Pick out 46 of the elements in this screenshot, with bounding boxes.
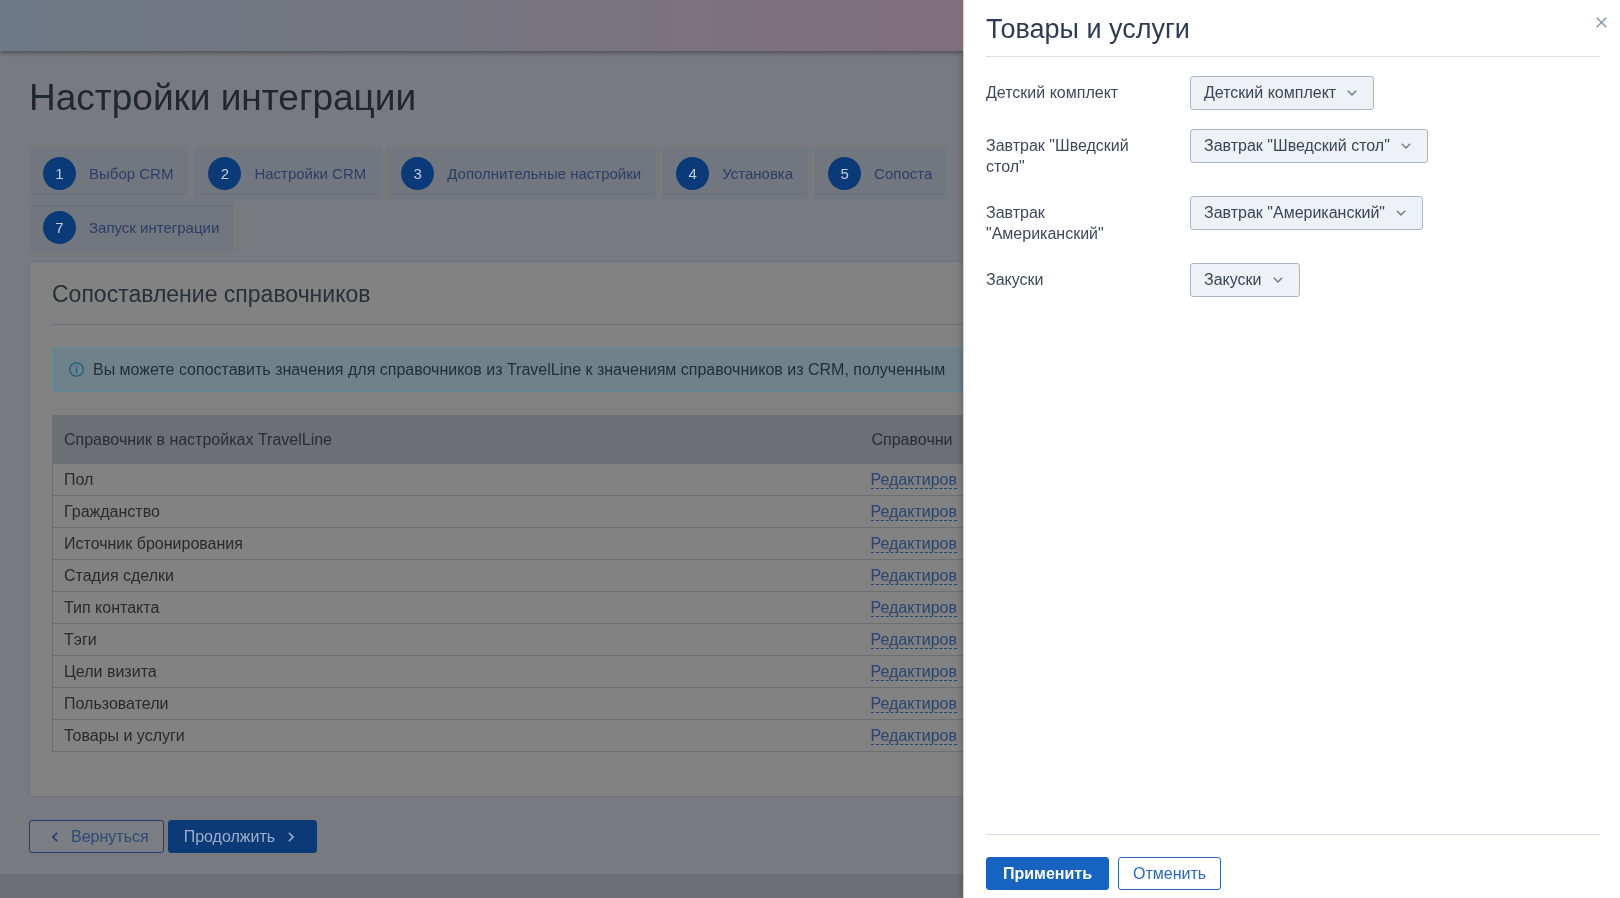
- chevron-down-icon: [1272, 277, 1283, 283]
- step-tab[interactable]: 7 Запуск интеграции: [29, 201, 235, 253]
- table-cell: Пользователи: [52, 687, 861, 720]
- table-cell: Товары и услуги: [52, 719, 861, 752]
- step-number: 4: [676, 156, 710, 190]
- chevron-down-icon: [1347, 90, 1358, 96]
- section-title: Сопоставление справочников: [52, 280, 371, 309]
- step-number: 5: [828, 156, 862, 190]
- table-cell: Источник бронирования: [52, 527, 861, 560]
- table-cell: Тэги: [52, 623, 861, 656]
- chevron-right-icon: [288, 831, 295, 842]
- table-cell: Гражданство: [52, 495, 861, 528]
- info-text: Вы можете сопоставить значения для справочников из TravelLine к значениям справочников из CRM, полученным: [93, 360, 946, 379]
- continue-button[interactable]: Продолжить: [167, 820, 318, 853]
- step-number: 3: [401, 156, 435, 190]
- table-cell: Цели визита: [52, 655, 861, 688]
- step-tab[interactable]: 4 Установка: [662, 147, 809, 199]
- select-dropdown[interactable]: Закуски: [1190, 263, 1300, 297]
- step-tab[interactable]: 3 Дополнительные настройки: [387, 147, 657, 199]
- cancel-button[interactable]: Отменить: [1118, 857, 1222, 890]
- panel-title: Товары и услуги: [986, 13, 1190, 46]
- select-dropdown[interactable]: Завтрак "Американский": [1190, 196, 1423, 230]
- step-number: 7: [43, 210, 76, 244]
- field-label: Закуски: [986, 270, 1045, 290]
- field-label: Детский комплект: [986, 83, 1120, 103]
- close-icon: [1596, 17, 1607, 28]
- apply-button[interactable]: Применить: [986, 857, 1109, 890]
- column-header: Справочник в настройках TravelLine: [64, 430, 332, 449]
- info-icon: [69, 362, 84, 377]
- table-cell: Тип контакта: [52, 591, 861, 624]
- step-tab[interactable]: 2 Настройки CRM: [194, 147, 382, 199]
- select-dropdown[interactable]: Завтрак "Шведский стол": [1190, 129, 1428, 163]
- step-number: 1: [43, 156, 76, 190]
- step-number: 2: [208, 156, 242, 190]
- column-header: Справочни: [871, 430, 953, 449]
- chevron-down-icon: [1400, 143, 1411, 149]
- chevron-down-icon: [1396, 210, 1406, 216]
- table-cell: Пол: [52, 464, 861, 496]
- page-title: Настройки интеграции: [29, 76, 417, 120]
- step-tab[interactable]: 1 Выбор CRM: [29, 147, 189, 199]
- chevron-left-icon: [52, 831, 58, 842]
- field-label: Завтрак "Американский": [986, 203, 1105, 244]
- select-dropdown[interactable]: Детский комплект: [1190, 76, 1375, 110]
- field-label: Завтрак "Шведский стол": [986, 136, 1130, 177]
- step-tab[interactable]: 5 Сопоста: [814, 147, 948, 199]
- table-cell: Стадия сделки: [52, 559, 861, 592]
